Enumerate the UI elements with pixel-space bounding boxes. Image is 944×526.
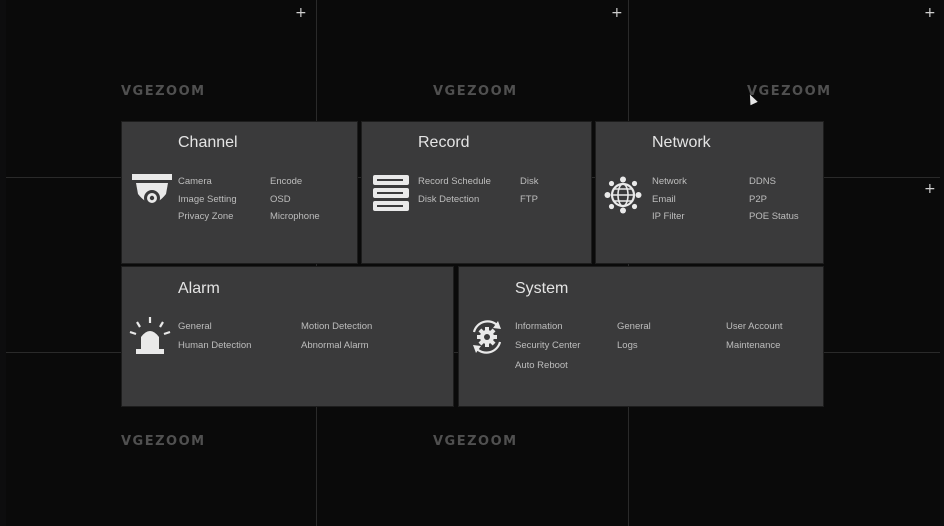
- network-panel[interactable]: Network Network DDNS Email P2P IP Filter…: [595, 121, 824, 264]
- system-title: System: [515, 280, 569, 297]
- menu-item-user-account[interactable]: User Account: [726, 321, 783, 332]
- menu-item-general[interactable]: General: [617, 321, 651, 332]
- menu-item-poe-status[interactable]: POE Status: [749, 211, 799, 222]
- menu-item-record-schedule[interactable]: Record Schedule: [418, 176, 491, 187]
- menu-item-security-center[interactable]: Security Center: [515, 340, 580, 351]
- record-title: Record: [418, 134, 470, 151]
- record-panel[interactable]: Record Record Schedule Disk Disk Detecti…: [361, 121, 592, 264]
- menu-item-general[interactable]: General: [178, 321, 212, 332]
- menu-item-information[interactable]: Information: [515, 321, 563, 332]
- menu-item-camera[interactable]: Camera: [178, 176, 212, 187]
- menu-item-p2p[interactable]: P2P: [749, 194, 767, 205]
- menu-item-disk[interactable]: Disk: [520, 176, 538, 187]
- brand-watermark: VGEZOOM: [433, 84, 518, 99]
- menu-item-microphone[interactable]: Microphone: [270, 211, 320, 222]
- menu-item-email[interactable]: Email: [652, 194, 676, 205]
- menu-item-maintenance[interactable]: Maintenance: [726, 340, 780, 351]
- add-camera-plus-icon[interactable]: +: [611, 6, 623, 20]
- menu-item-ddns[interactable]: DDNS: [749, 176, 776, 187]
- network-title: Network: [652, 134, 711, 151]
- brand-watermark: VGEZOOM: [433, 434, 518, 449]
- globe-network-icon: [604, 176, 642, 214]
- menu-item-network[interactable]: Network: [652, 176, 687, 187]
- brand-watermark: VGEZOOM: [121, 84, 206, 99]
- menu-item-ftp[interactable]: FTP: [520, 194, 538, 205]
- channel-panel[interactable]: Channel Camera Encode Image Setting OSD …: [121, 121, 358, 264]
- brand-watermark: VGEZOOM: [121, 434, 206, 449]
- brand-watermark: VGEZOOM: [747, 84, 832, 99]
- gear-icon: [472, 320, 502, 354]
- menu-item-auto-reboot[interactable]: Auto Reboot: [515, 360, 568, 371]
- add-camera-plus-icon[interactable]: +: [295, 6, 307, 20]
- dome-camera-icon: [132, 174, 172, 206]
- menu-item-privacy-zone[interactable]: Privacy Zone: [178, 211, 233, 222]
- hard-disk-icon: [373, 175, 409, 211]
- system-panel[interactable]: System Information General User Account …: [458, 266, 824, 407]
- menu-item-image-setting[interactable]: Image Setting: [178, 194, 237, 205]
- channel-title: Channel: [178, 134, 238, 151]
- add-camera-plus-icon[interactable]: +: [924, 6, 936, 20]
- alarm-panel[interactable]: Alarm General Motion Detection Human Det…: [121, 266, 454, 407]
- menu-item-disk-detection[interactable]: Disk Detection: [418, 194, 479, 205]
- menu-item-human-detection[interactable]: Human Detection: [178, 340, 251, 351]
- menu-item-logs[interactable]: Logs: [617, 340, 638, 351]
- alarm-light-icon: [129, 317, 171, 354]
- menu-item-encode[interactable]: Encode: [270, 176, 302, 187]
- alarm-title: Alarm: [178, 280, 220, 297]
- menu-item-abnormal-alarm[interactable]: Abnormal Alarm: [301, 340, 369, 351]
- menu-item-ip-filter[interactable]: IP Filter: [652, 211, 685, 222]
- menu-item-motion-detection[interactable]: Motion Detection: [301, 321, 372, 332]
- menu-item-osd[interactable]: OSD: [270, 194, 291, 205]
- add-camera-plus-icon[interactable]: +: [924, 182, 936, 196]
